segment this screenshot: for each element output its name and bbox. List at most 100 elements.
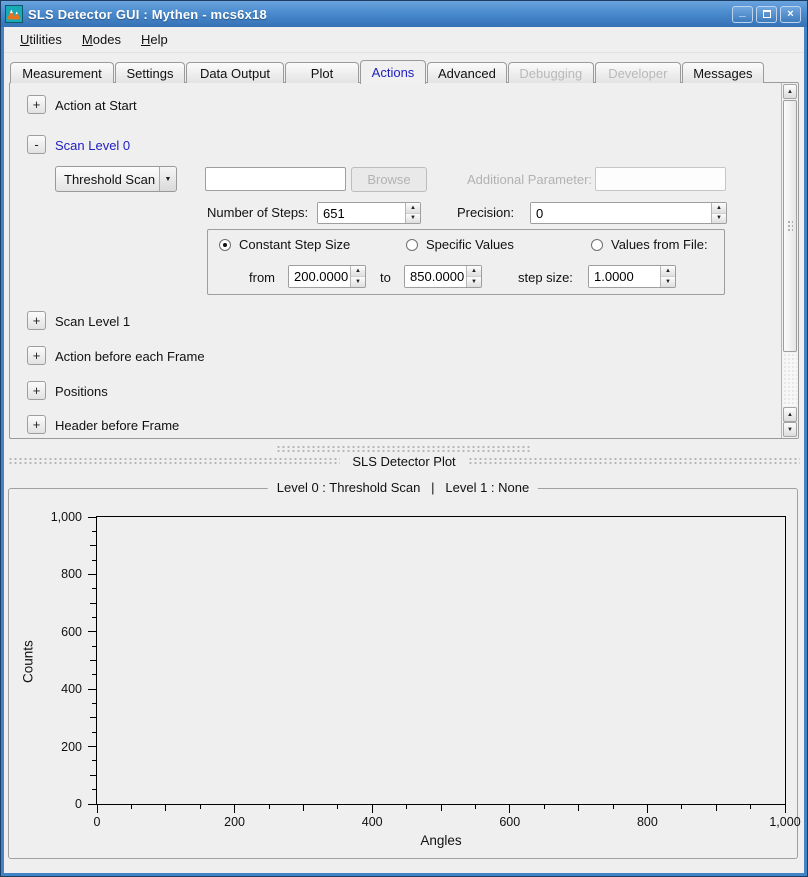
x-tick: [303, 805, 304, 811]
y-tick: [92, 760, 96, 761]
to-input[interactable]: [405, 266, 466, 287]
minimize-icon: _: [739, 4, 746, 18]
scan-script-input[interactable]: [205, 167, 346, 191]
y-tick: [92, 674, 96, 675]
y-tick: [90, 545, 96, 546]
step-size-input[interactable]: [589, 266, 660, 287]
spin-up-icon[interactable]: ▲: [351, 266, 365, 277]
scrollbar-thumb[interactable]: [783, 100, 797, 352]
tab-advanced[interactable]: Advanced: [427, 62, 507, 83]
scrollbar-up-button-2[interactable]: ▲: [783, 407, 797, 422]
toggle-positions-button[interactable]: +: [27, 381, 46, 400]
x-tick-label: 400: [342, 815, 402, 829]
tab-actions[interactable]: Actions: [360, 60, 426, 84]
maximize-button[interactable]: [756, 6, 777, 23]
x-tick: [372, 805, 373, 813]
tab-developer: Developer: [595, 62, 681, 83]
toggle-action-before-frame-button[interactable]: +: [27, 346, 46, 365]
from-spinbox[interactable]: ▲ ▼: [288, 265, 366, 288]
spin-up-icon[interactable]: ▲: [406, 203, 420, 214]
splitter-label: SLS Detector Plot: [352, 454, 455, 469]
spin-down-icon[interactable]: ▼: [406, 214, 420, 224]
y-tick-label: 600: [61, 624, 82, 640]
spin-down-icon[interactable]: ▼: [712, 214, 726, 224]
x-tick: [785, 805, 786, 813]
spin-up-icon[interactable]: ▲: [712, 203, 726, 214]
precision-label: Precision:: [457, 205, 514, 220]
precision-spinbox[interactable]: ▲ ▼: [530, 202, 727, 224]
plot-title: Level 0 : Threshold Scan | Level 1 : Non…: [268, 480, 538, 495]
x-tick: [131, 805, 132, 809]
y-tick: [90, 660, 96, 661]
y-tick: [88, 804, 96, 805]
window-title: SLS Detector GUI : Mythen - mcs6x18: [28, 7, 727, 22]
scrollbar-grip-icon: [787, 220, 793, 232]
radio-unchecked-icon[interactable]: [591, 239, 603, 251]
y-tick: [88, 746, 96, 747]
x-tick: [200, 805, 201, 809]
radio-specific-values-label: Specific Values: [426, 237, 514, 252]
plot-groupbox: Level 0 : Threshold Scan | Level 1 : Non…: [8, 488, 798, 859]
action-at-start-label: Action at Start: [55, 98, 137, 113]
title-bar[interactable]: SLS Detector GUI : Mythen - mcs6x18 _ ×: [1, 1, 807, 27]
toggle-scan-level-1-button[interactable]: +: [27, 311, 46, 330]
toggle-scan-level-0-button[interactable]: -: [27, 135, 46, 154]
radio-specific-values[interactable]: Specific Values: [406, 237, 514, 252]
scrollbar-up-button[interactable]: ▲: [783, 84, 797, 99]
y-tick: [92, 789, 96, 790]
number-of-steps-spinbox[interactable]: ▲ ▼: [317, 202, 421, 224]
vertical-scrollbar[interactable]: ▲ ▲ ▼: [781, 83, 798, 438]
splitter-handle[interactable]: SLS Detector Plot: [4, 441, 804, 477]
x-tick-label: 200: [205, 815, 265, 829]
number-of-steps-input[interactable]: [318, 203, 405, 223]
step-size-label: step size:: [518, 270, 573, 285]
tab-data-output[interactable]: Data Output: [186, 62, 284, 83]
spin-up-icon[interactable]: ▲: [661, 266, 675, 277]
menu-item-utilities[interactable]: Utilities: [10, 29, 72, 50]
tab-plot[interactable]: Plot: [285, 62, 359, 83]
x-tick: [509, 805, 510, 813]
splitter-grip-icon: [8, 457, 340, 466]
radio-constant-step-size-label: Constant Step Size: [239, 237, 350, 252]
x-tick-label: 800: [617, 815, 677, 829]
spin-up-icon[interactable]: ▲: [467, 266, 481, 277]
spin-down-icon[interactable]: ▼: [467, 277, 481, 287]
x-tick-label: 600: [480, 815, 540, 829]
radio-values-from-file[interactable]: Values from File:: [591, 237, 708, 252]
from-input[interactable]: [289, 266, 350, 287]
tab-debugging: Debugging: [508, 62, 594, 83]
scan-mode-select[interactable]: Threshold Scan ▼: [55, 166, 177, 192]
spin-down-icon[interactable]: ▼: [661, 277, 675, 287]
menu-item-help[interactable]: Help: [131, 29, 178, 50]
y-tick: [92, 703, 96, 704]
x-axis-label: Angles: [96, 833, 786, 848]
y-axis-label: Counts: [19, 589, 37, 734]
header-before-frame-label: Header before Frame: [55, 418, 179, 433]
spin-down-icon[interactable]: ▼: [351, 277, 365, 287]
tab-measurement[interactable]: Measurement: [10, 62, 114, 83]
precision-input[interactable]: [531, 203, 711, 223]
window-body: Utilities Modes Help Measurement Setting…: [4, 27, 804, 873]
tab-messages[interactable]: Messages: [682, 62, 764, 83]
action-before-frame-label: Action before each Frame: [55, 349, 205, 364]
combo-dropdown-icon[interactable]: ▼: [159, 167, 176, 191]
to-label: to: [380, 270, 391, 285]
y-tick: [90, 775, 96, 776]
close-button[interactable]: ×: [780, 6, 801, 23]
x-tick-label: 1,000: [755, 815, 804, 829]
radio-unchecked-icon[interactable]: [406, 239, 418, 251]
toggle-action-at-start-button[interactable]: +: [27, 95, 46, 114]
step-size-spinbox[interactable]: ▲ ▼: [588, 265, 676, 288]
tab-settings[interactable]: Settings: [115, 62, 185, 83]
to-spinbox[interactable]: ▲ ▼: [404, 265, 482, 288]
scrollbar-track[interactable]: [783, 353, 797, 406]
app-icon: [5, 5, 23, 23]
x-tick: [441, 805, 442, 811]
scrollbar-down-button[interactable]: ▼: [783, 422, 797, 437]
radio-checked-icon[interactable]: [219, 239, 231, 251]
menu-item-modes[interactable]: Modes: [72, 29, 131, 50]
radio-constant-step-size[interactable]: Constant Step Size: [219, 237, 350, 252]
minimize-button[interactable]: _: [732, 6, 753, 23]
toggle-header-before-frame-button[interactable]: +: [27, 415, 46, 434]
additional-parameter-label: Additional Parameter:: [467, 172, 592, 187]
